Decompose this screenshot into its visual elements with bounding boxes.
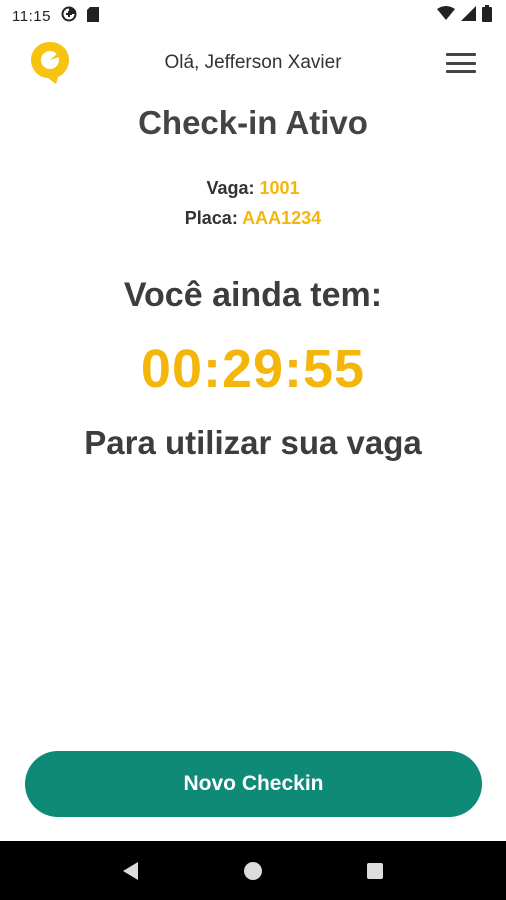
- hamburger-menu-button[interactable]: [444, 50, 478, 76]
- novo-checkin-button[interactable]: Novo Checkin: [25, 751, 482, 817]
- status-time: 11:15: [12, 7, 51, 25]
- menu-line: [446, 70, 476, 73]
- app-header: Olá, Jefferson Xavier: [0, 36, 506, 92]
- page-title: Check-in Ativo: [138, 104, 368, 141]
- user-greeting: Olá, Jefferson Xavier: [164, 52, 342, 73]
- status-right: [437, 5, 492, 27]
- back-triangle-icon[interactable]: [109, 849, 153, 893]
- recents-square-icon[interactable]: [353, 849, 397, 893]
- status-bar: 11:15: [0, 0, 506, 32]
- system-nav-bar: [0, 841, 506, 900]
- vaga-label: Vaga:: [206, 178, 260, 198]
- vaga-info: Vaga: 1001: [0, 178, 506, 199]
- sim-card-icon: [86, 6, 99, 26]
- placa-label: Placa:: [184, 208, 243, 228]
- menu-line: [446, 53, 476, 56]
- data-saver-icon: [61, 6, 77, 26]
- status-left: 11:15: [12, 6, 99, 26]
- remaining-label: Você ainda tem:: [123, 276, 383, 314]
- placa-info: Placa: AAA1234: [0, 208, 506, 229]
- usage-subtext: Para utilizar sua vaga: [84, 424, 422, 461]
- wifi-icon: [437, 6, 455, 26]
- countdown-timer: 00:29:55: [140, 339, 366, 399]
- battery-icon: [482, 5, 492, 27]
- home-circle-icon[interactable]: [231, 849, 275, 893]
- vaga-value: 1001: [259, 178, 300, 198]
- menu-line: [446, 61, 476, 65]
- placa-value: AAA1234: [242, 208, 322, 228]
- cell-signal-icon: [461, 6, 476, 26]
